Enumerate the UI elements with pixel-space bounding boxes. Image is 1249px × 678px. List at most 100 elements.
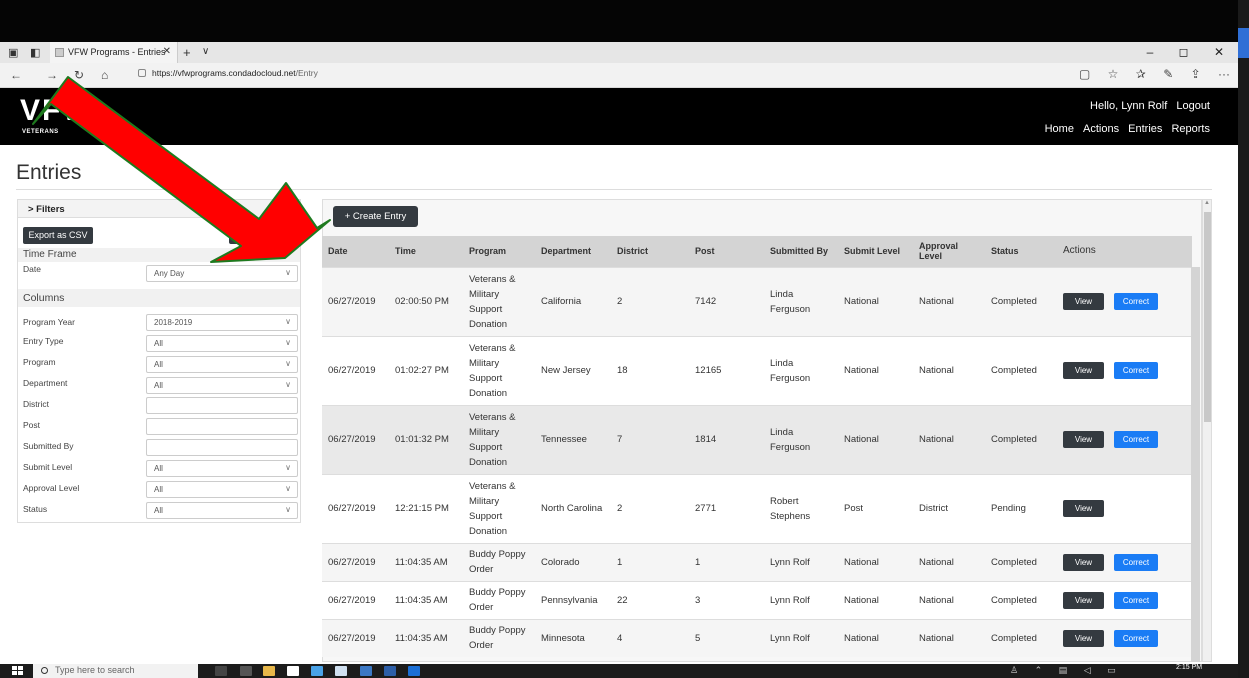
- approval-level-select[interactable]: All: [146, 481, 298, 498]
- correct-button[interactable]: Correct: [1114, 629, 1158, 647]
- correct-button[interactable]: Correct: [1114, 362, 1158, 379]
- cell-program: Veterans & Military Support Donation: [463, 266, 535, 336]
- page-scrollbar[interactable]: ▲: [1202, 199, 1212, 662]
- program-select[interactable]: All: [146, 356, 298, 373]
- nav-entries[interactable]: Entries: [1128, 123, 1162, 135]
- post-input[interactable]: [146, 418, 298, 435]
- col-date[interactable]: Date: [322, 236, 389, 267]
- view-button[interactable]: View: [1063, 500, 1104, 517]
- table-row: 06/27/2019 11:04:35 AM Buddy Poppy Order…: [322, 580, 1192, 619]
- cell-post: 1814: [689, 404, 764, 474]
- view-button[interactable]: View: [1063, 553, 1104, 571]
- internet-explorer-icon[interactable]: [311, 666, 323, 676]
- view-button[interactable]: View: [1063, 362, 1104, 379]
- filters-toggle[interactable]: > Filters: [18, 200, 300, 218]
- back-icon[interactable]: ←: [10, 68, 22, 82]
- document-app-icon[interactable]: [335, 666, 347, 676]
- page-scrollbar-thumb[interactable]: [1204, 212, 1211, 422]
- cortana-icon[interactable]: [215, 666, 227, 676]
- status-select[interactable]: All: [146, 502, 298, 519]
- clear-filters-button[interactable]: Clear: [229, 227, 257, 244]
- app-icon[interactable]: [360, 666, 372, 676]
- district-input[interactable]: [146, 397, 298, 414]
- minimize-button[interactable]: –: [1147, 45, 1154, 59]
- logout-link[interactable]: Logout: [1176, 100, 1210, 112]
- browser-tab[interactable]: VFW Programs - Entries ✕: [50, 42, 178, 63]
- col-submitted-by[interactable]: Submitted By: [764, 236, 838, 267]
- col-time[interactable]: Time: [389, 236, 463, 267]
- new-tab-button[interactable]: +: [183, 45, 191, 60]
- col-approval-level[interactable]: Approval Level: [913, 236, 985, 267]
- create-entry-button[interactable]: + Create Entry: [333, 206, 418, 227]
- view-button[interactable]: View: [1063, 293, 1104, 310]
- correct-button[interactable]: Correct: [1114, 553, 1158, 571]
- tray-expand-icon[interactable]: ⌃: [1035, 665, 1043, 675]
- keyboard-icon[interactable]: ▭: [1107, 665, 1116, 675]
- favorite-star-icon[interactable]: ☆: [1108, 67, 1119, 81]
- export-csv-button[interactable]: Export as CSV: [23, 227, 93, 244]
- volume-icon[interactable]: ◁: [1084, 665, 1091, 675]
- pen-icon[interactable]: ✎: [1163, 67, 1173, 81]
- store-icon[interactable]: [287, 666, 299, 676]
- department-select[interactable]: All: [146, 377, 298, 394]
- col-actions: Actions: [1057, 236, 1192, 267]
- file-explorer-icon[interactable]: [263, 666, 275, 676]
- view-button[interactable]: View: [1063, 591, 1104, 609]
- date-select[interactable]: Any Day: [146, 265, 298, 282]
- col-post[interactable]: Post: [689, 236, 764, 267]
- view-button[interactable]: View: [1063, 629, 1104, 647]
- home-icon[interactable]: ⌂: [101, 68, 108, 82]
- apply-filters-button[interactable]: Apply: [260, 227, 298, 244]
- edge-icon[interactable]: [408, 666, 420, 676]
- forward-icon[interactable]: →: [46, 68, 58, 82]
- table-row: 06/27/2019 02:00:50 PM Veterans & Milita…: [322, 266, 1192, 336]
- url-path: /Entry: [295, 68, 318, 78]
- correct-button[interactable]: Correct: [1114, 293, 1158, 310]
- close-window-button[interactable]: ✕: [1214, 45, 1224, 59]
- cell-time: 02:00:50 PM: [389, 266, 463, 336]
- col-program[interactable]: Program: [463, 236, 535, 267]
- taskbar-search-input[interactable]: Type here to search: [33, 664, 198, 678]
- url-field[interactable]: https://vfwprograms.condadocloud.net/Ent…: [138, 68, 318, 78]
- table-scrollbar[interactable]: [1191, 267, 1200, 662]
- tab-menu-icon[interactable]: ∨: [202, 46, 209, 57]
- col-submit-level[interactable]: Submit Level: [838, 236, 913, 267]
- vfw-logo[interactable]: VFW: [20, 94, 93, 128]
- cell-approval-level: National: [913, 542, 985, 581]
- submit-level-select[interactable]: All: [146, 460, 298, 477]
- submitted-by-input[interactable]: [146, 439, 298, 456]
- tab-actions-icon[interactable]: ▣: [8, 46, 18, 59]
- favorites-icon[interactable]: ✰: [1136, 67, 1146, 81]
- cell-approval-level: National: [913, 618, 985, 657]
- scroll-up-icon[interactable]: ▲: [1204, 200, 1210, 206]
- correct-button[interactable]: Correct: [1114, 431, 1158, 448]
- refresh-icon[interactable]: ↻: [74, 68, 84, 82]
- more-icon[interactable]: ···: [1218, 67, 1230, 81]
- tab-close-icon[interactable]: ✕: [163, 46, 171, 57]
- task-view-icon[interactable]: [240, 666, 252, 676]
- people-icon[interactable]: ♙: [1010, 665, 1018, 675]
- department-label: Department: [23, 378, 68, 388]
- share-icon[interactable]: ⇪: [1191, 67, 1201, 81]
- reading-view-icon[interactable]: ▢: [1079, 67, 1090, 81]
- nav-actions[interactable]: Actions: [1083, 123, 1119, 135]
- cell-actions: View Correct: [1057, 542, 1192, 581]
- cell-status: Completed: [985, 618, 1057, 657]
- time-frame-heading: Time Frame: [18, 248, 300, 262]
- program-year-select[interactable]: 2018-2019: [146, 314, 298, 331]
- outlook-icon[interactable]: [384, 666, 396, 676]
- taskbar-clock[interactable]: 2:15 PM: [1176, 664, 1202, 672]
- view-button[interactable]: View: [1063, 431, 1104, 448]
- maximize-button[interactable]: ◻: [1179, 45, 1189, 59]
- col-department[interactable]: Department: [535, 236, 611, 267]
- network-icon[interactable]: ▤: [1059, 665, 1068, 675]
- nav-reports[interactable]: Reports: [1171, 123, 1210, 135]
- entry-type-select[interactable]: All: [146, 335, 298, 352]
- set-aside-tabs-icon[interactable]: ◧: [30, 46, 40, 59]
- col-status[interactable]: Status: [985, 236, 1057, 267]
- nav-home[interactable]: Home: [1045, 123, 1074, 135]
- col-district[interactable]: District: [611, 236, 689, 267]
- correct-button[interactable]: Correct: [1114, 591, 1158, 609]
- windows-start-icon[interactable]: [12, 666, 24, 676]
- cell-status: Completed: [985, 580, 1057, 619]
